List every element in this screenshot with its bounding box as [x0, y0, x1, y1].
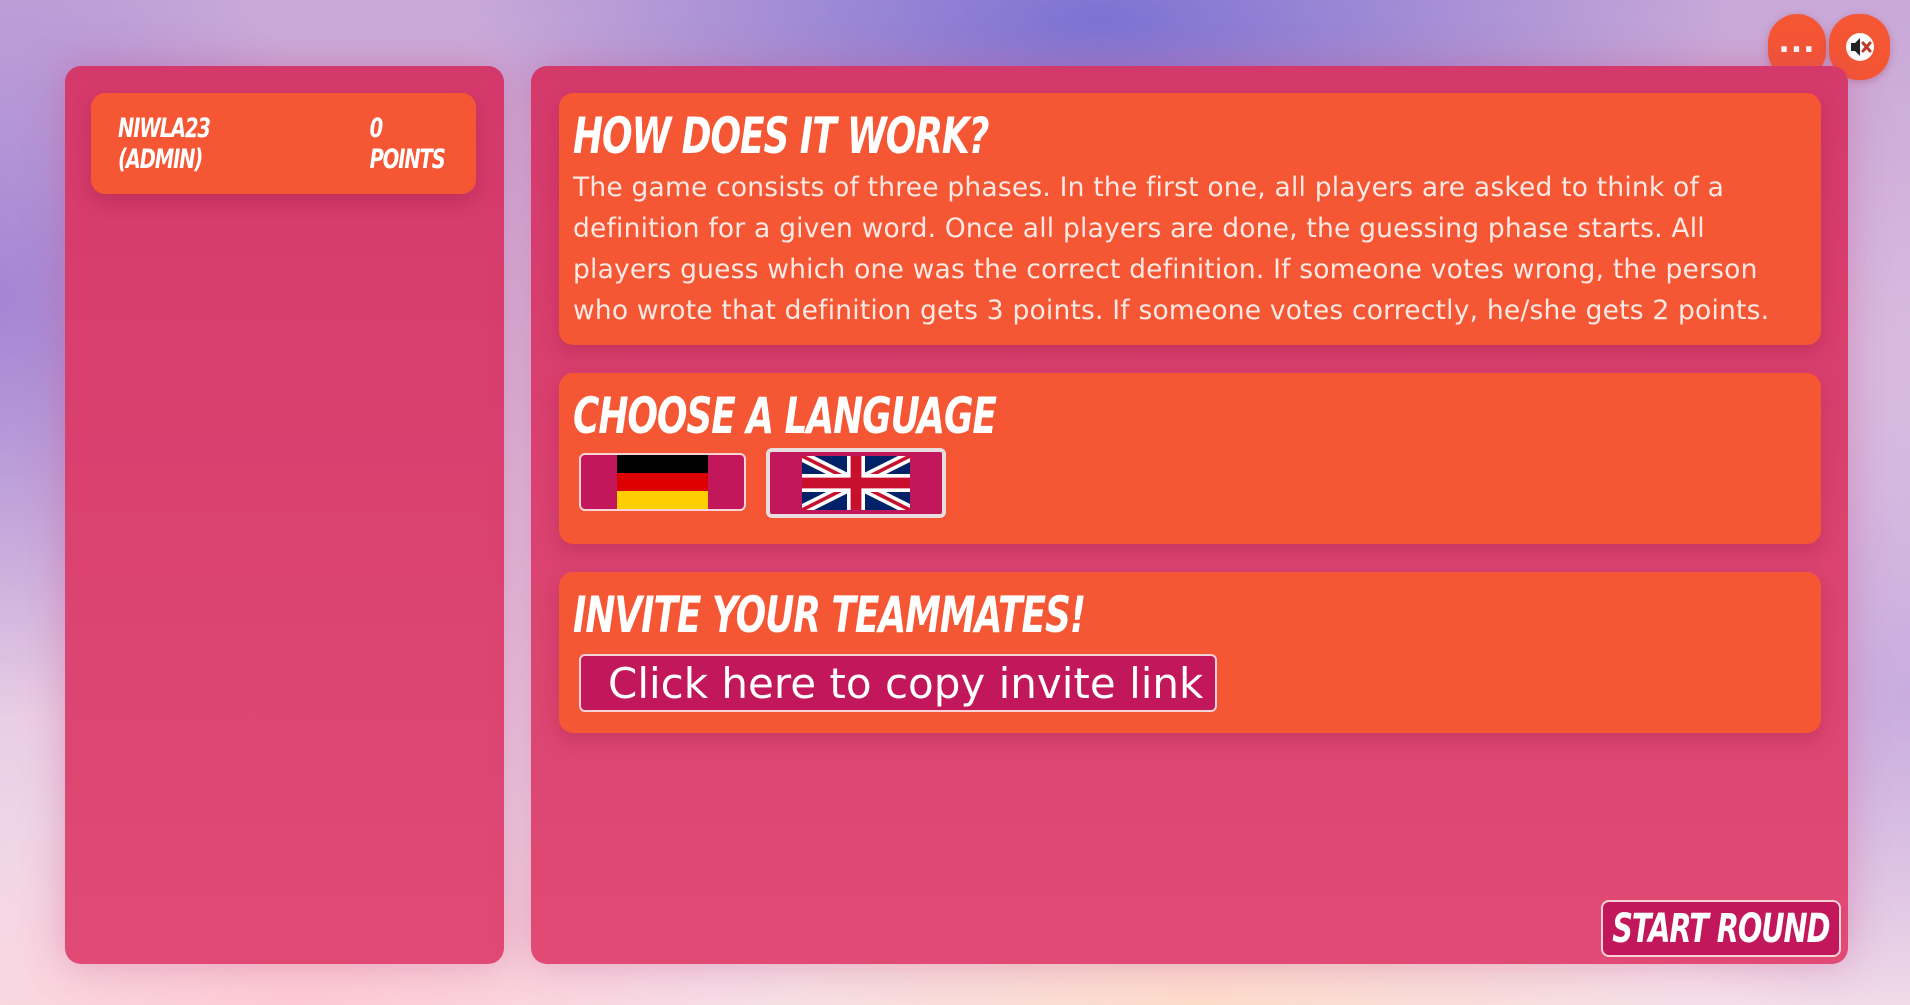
invite-section: INVITE YOUR TEAMMATES! Click here to cop…: [559, 572, 1821, 733]
start-round-button[interactable]: START ROUND: [1601, 900, 1841, 957]
copy-invite-link-button[interactable]: Click here to copy invite link: [579, 654, 1217, 712]
player-card: NIWLA23 (ADMIN) 0 POINTS: [91, 93, 476, 194]
player-name: NIWLA23 (ADMIN): [118, 112, 211, 175]
how-it-works-section: HOW DOES IT WORK? The game consists of t…: [559, 93, 1821, 345]
uk-flag-icon: [802, 456, 910, 510]
player-points: 0 POINTS: [369, 112, 446, 175]
how-it-works-description: The game consists of three phases. In th…: [573, 172, 1770, 326]
more-dots-icon: ...: [1778, 25, 1816, 60]
language-english-button[interactable]: [766, 448, 946, 518]
speaker-muted-icon: [1845, 33, 1874, 61]
players-panel: NIWLA23 (ADMIN) 0 POINTS: [65, 66, 504, 964]
invite-title: INVITE YOUR TEAMMATES!: [573, 586, 1086, 644]
language-section: CHOOSE A LANGUAGE: [559, 373, 1821, 544]
main-panel: HOW DOES IT WORK? The game consists of t…: [531, 66, 1848, 964]
language-german-button[interactable]: [579, 453, 746, 511]
language-options: [573, 445, 1807, 525]
language-title: CHOOSE A LANGUAGE: [573, 387, 997, 445]
start-round-label: START ROUND: [1612, 905, 1830, 952]
german-flag-icon: [617, 455, 708, 509]
how-it-works-title: HOW DOES IT WORK?: [573, 107, 990, 165]
